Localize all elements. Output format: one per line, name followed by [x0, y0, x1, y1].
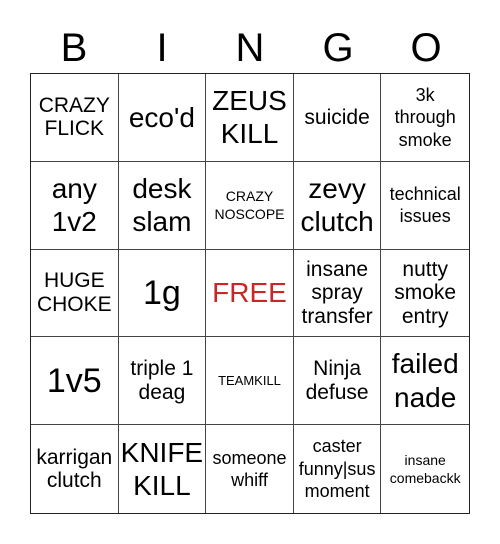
bingo-header: B I N G O — [30, 24, 470, 72]
bingo-cell[interactable]: 1v5 — [31, 337, 119, 426]
bingo-cell[interactable]: HUGE CHOKE — [31, 249, 119, 338]
bingo-cell[interactable]: someone whiff — [206, 425, 294, 513]
bingo-cell[interactable]: ZEUS KILL — [206, 74, 294, 162]
bingo-cell[interactable]: nutty smoke entry — [381, 250, 469, 338]
bingo-cell[interactable]: caster funny|sus moment — [294, 425, 382, 513]
header-letter-o: O — [410, 26, 442, 70]
header-letter-n: N — [235, 26, 265, 70]
bingo-cell[interactable]: insane spray transfer — [293, 249, 382, 338]
header-letter-b: B — [60, 26, 88, 70]
header-letter-i: I — [156, 26, 168, 70]
bingo-cell[interactable]: CRAZY NOSCOPE — [206, 161, 294, 250]
bingo-cell[interactable]: CRAZY FLICK — [31, 74, 119, 162]
free-space[interactable]: FREE — [206, 249, 294, 338]
bingo-cell[interactable]: suicide — [293, 74, 382, 162]
bingo-grid: CRAZY FLICK eco'd ZEUS KILL suicide 3k t… — [30, 73, 470, 514]
bingo-cell[interactable]: any 1v2 — [31, 161, 119, 250]
bingo-cell[interactable]: 1g — [118, 249, 207, 338]
bingo-cell[interactable]: Ninja defuse — [293, 337, 382, 426]
bingo-cell[interactable]: karrigan clutch — [31, 425, 119, 513]
bingo-cell[interactable]: eco'd — [118, 74, 207, 162]
bingo-cell[interactable]: zevy clutch — [293, 161, 382, 250]
bingo-cell[interactable]: failed nade — [381, 337, 469, 426]
bingo-cell[interactable]: KNIFE KILL — [119, 425, 207, 513]
bingo-cell[interactable]: triple 1 deag — [118, 337, 207, 426]
bingo-cell[interactable]: TEAMKILL — [206, 337, 294, 426]
header-letter-g: G — [322, 26, 354, 70]
bingo-cell[interactable]: 3k through smoke — [381, 74, 469, 162]
bingo-cell[interactable]: desk slam — [118, 161, 207, 250]
bingo-cell[interactable]: technical issues — [381, 162, 469, 250]
bingo-cell[interactable]: insane comebackk — [381, 425, 469, 513]
